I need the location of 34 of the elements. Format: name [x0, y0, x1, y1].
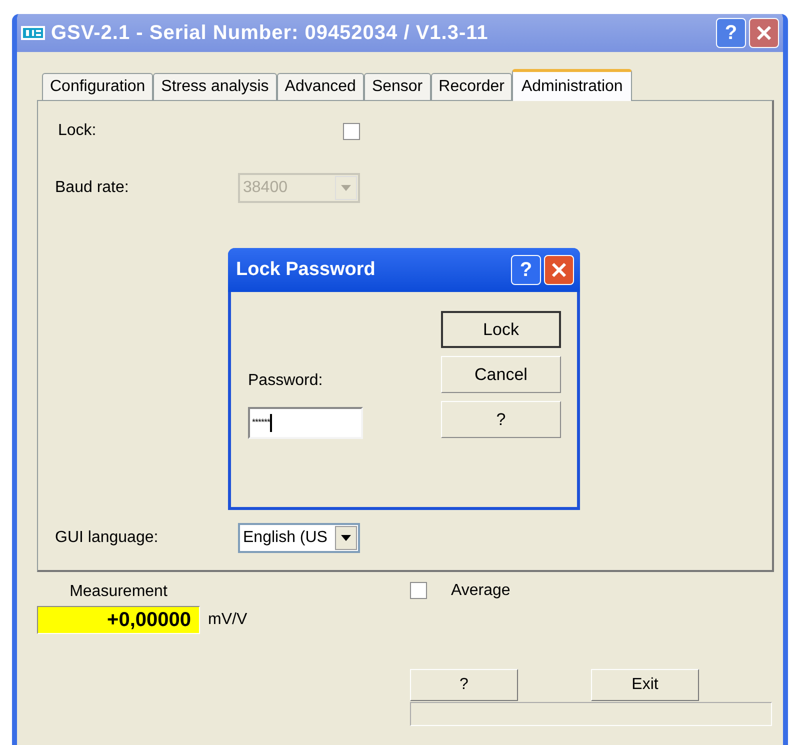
- field-label: GUI language:: [55, 528, 160, 548]
- tab[interactable]: Configuration: [42, 73, 154, 100]
- checkbox-label: Average: [451, 582, 510, 599]
- window-title: GSV-2.1 - Serial Number: 09452034 / V1.3-11: [51, 21, 490, 46]
- field-label: Baud rate:: [55, 178, 130, 198]
- close-icon: [551, 262, 567, 278]
- average-checkbox[interactable]: [410, 582, 427, 599]
- help-button[interactable]: ?: [511, 255, 541, 285]
- tab[interactable]: Stress analysis: [153, 73, 277, 100]
- tab[interactable]: Sensor: [364, 73, 431, 100]
- dialog-button[interactable]: ?: [441, 401, 561, 438]
- dropdown-arrow-icon: [341, 535, 351, 541]
- password-label: Password:: [248, 371, 324, 391]
- field-label: Lock:: [58, 121, 98, 141]
- dropdown-arrow-icon: [341, 185, 351, 191]
- close-button[interactable]: [749, 18, 779, 48]
- close-button[interactable]: [544, 255, 574, 285]
- button[interactable]: Exit: [591, 669, 699, 701]
- tab[interactable]: Administration: [512, 69, 632, 101]
- tab[interactable]: Recorder: [430, 73, 512, 100]
- help-button[interactable]: ?: [716, 18, 746, 48]
- close-icon: [756, 25, 772, 41]
- lock-checkbox[interactable]: [343, 122, 360, 140]
- dialog-title: Lock Password: [236, 258, 376, 282]
- app-logo-icon: [21, 25, 45, 41]
- tab[interactable]: Advanced: [276, 73, 364, 100]
- measurement-label: Measurement: [68, 582, 168, 602]
- password-field[interactable]: ******: [248, 407, 363, 439]
- dialog-button[interactable]: Cancel: [441, 356, 561, 393]
- dialog-button[interactable]: Lock: [441, 311, 561, 348]
- language-dropdown[interactable]: English (US: [238, 523, 360, 553]
- measurement-readout: +0,00000: [37, 606, 200, 634]
- button[interactable]: ?: [410, 669, 518, 701]
- unit-label: mV/V: [208, 610, 248, 630]
